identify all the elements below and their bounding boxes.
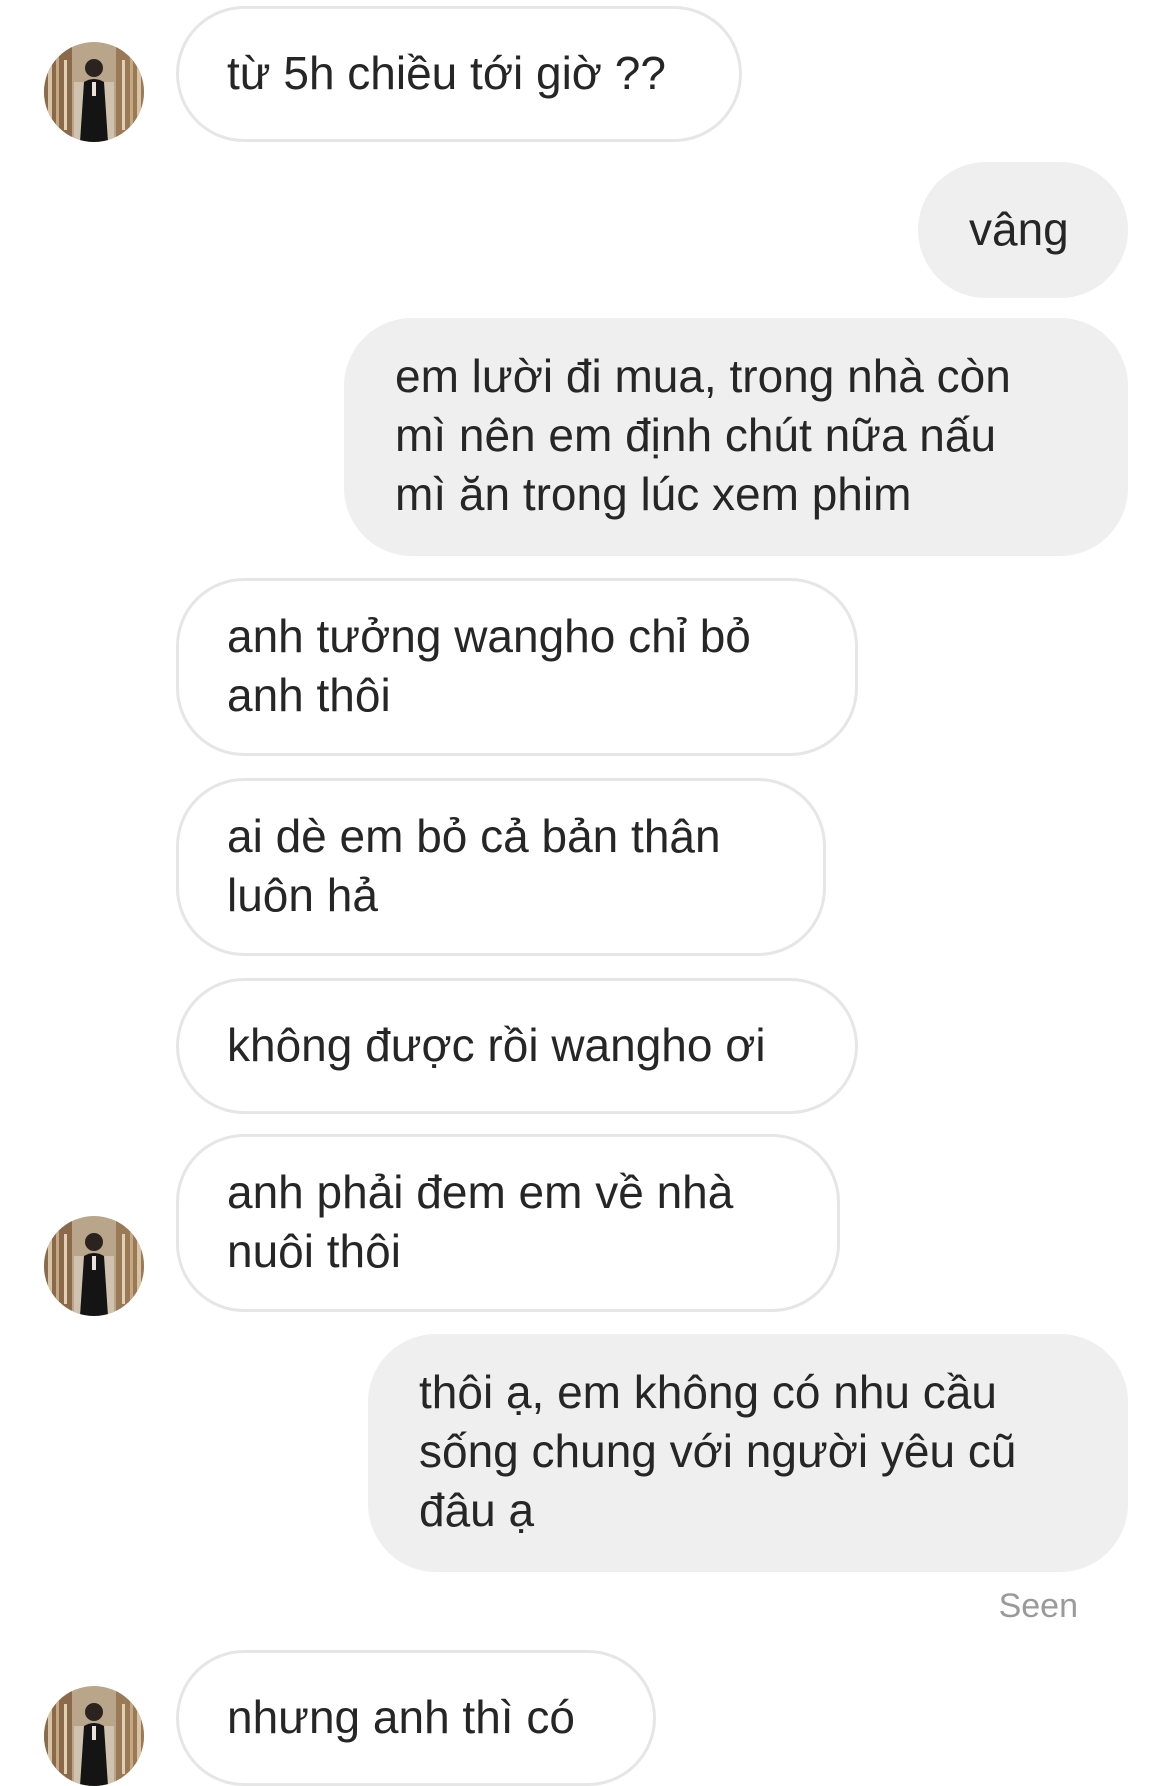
message-bubble-outgoing[interactable]: em lười đi mua, trong nhà còn mì nên em … bbox=[344, 318, 1128, 556]
message-text: ai dè em bỏ cả bản thân bbox=[227, 810, 721, 862]
message-bubble-incoming[interactable]: anh phải đem em về nhà nuôi thôi bbox=[176, 1134, 840, 1312]
message-text: mì nên em định chút nữa nấu bbox=[395, 409, 997, 461]
message-text: không được rồi wangho ơi bbox=[227, 1019, 766, 1071]
message-bubble-incoming[interactable]: nhưng anh thì có bbox=[176, 1650, 656, 1786]
message-text: mì ăn trong lúc xem phim bbox=[395, 468, 912, 520]
contact-avatar-icon[interactable] bbox=[44, 1686, 144, 1786]
message-text: sống chung với người yêu cũ bbox=[419, 1425, 1017, 1477]
message-text: đâu ạ bbox=[419, 1484, 535, 1536]
contact-avatar-icon[interactable] bbox=[44, 42, 144, 142]
message-text: luôn hả bbox=[227, 869, 378, 921]
message-bubble-outgoing[interactable]: thôi ạ, em không có nhu cầu sống chung v… bbox=[368, 1334, 1128, 1572]
message-text: thôi ạ, em không có nhu cầu bbox=[419, 1366, 997, 1418]
message-text: nhưng anh thì có bbox=[227, 1691, 575, 1743]
message-text: anh thôi bbox=[227, 669, 391, 721]
message-bubble-incoming[interactable]: anh tưởng wangho chỉ bỏ anh thôi bbox=[176, 578, 858, 756]
message-text: nuôi thôi bbox=[227, 1225, 401, 1277]
message-bubble-incoming[interactable]: ai dè em bỏ cả bản thân luôn hả bbox=[176, 778, 826, 956]
message-text: vâng bbox=[969, 203, 1069, 255]
message-bubble-incoming[interactable]: không được rồi wangho ơi bbox=[176, 978, 858, 1114]
message-text: em lười đi mua, trong nhà còn bbox=[395, 350, 1011, 402]
message-text: anh phải đem em về nhà bbox=[227, 1166, 734, 1218]
message-bubble-incoming[interactable]: từ 5h chiều tới giờ ?? bbox=[176, 6, 742, 142]
message-text: anh tưởng wangho chỉ bỏ bbox=[227, 610, 751, 662]
message-bubble-outgoing[interactable]: vâng bbox=[918, 162, 1128, 298]
avatar-photo-icon bbox=[44, 42, 144, 142]
avatar-photo-icon bbox=[44, 1686, 144, 1786]
avatar-photo-icon bbox=[44, 1216, 144, 1316]
seen-status: Seen bbox=[998, 1587, 1078, 1625]
contact-avatar-icon[interactable] bbox=[44, 1216, 144, 1316]
message-text: từ 5h chiều tới giờ ?? bbox=[227, 47, 666, 99]
